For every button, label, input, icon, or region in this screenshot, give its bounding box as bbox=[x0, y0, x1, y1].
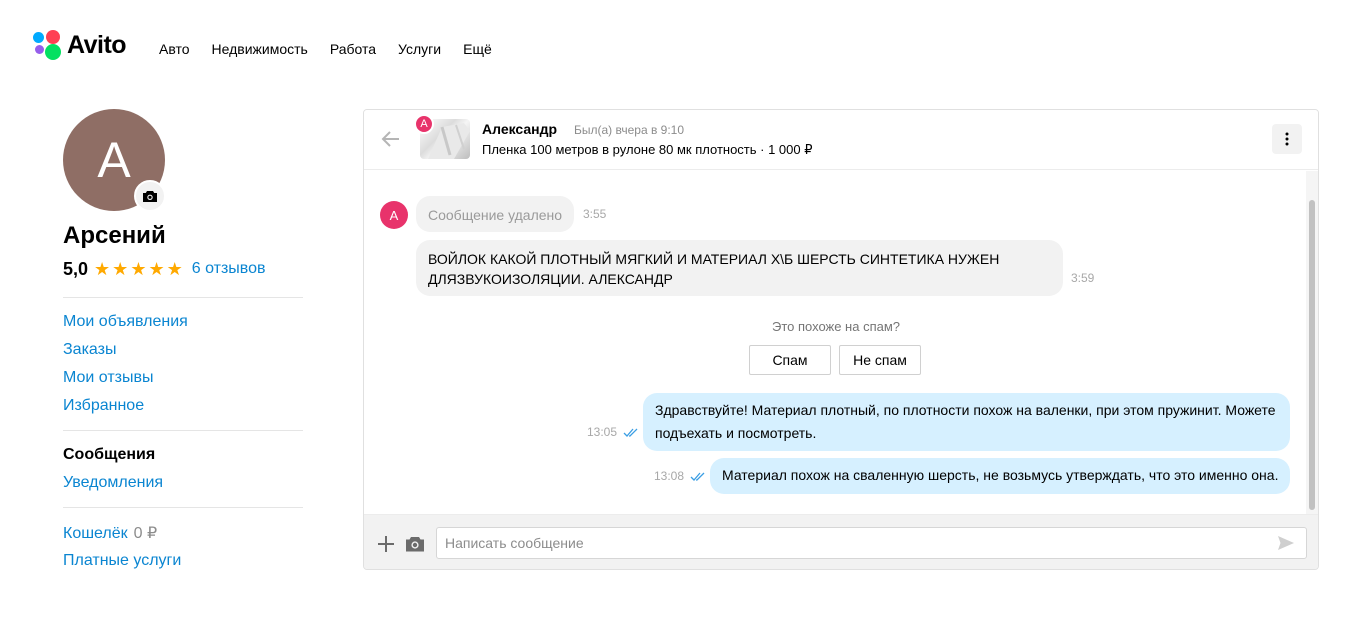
star-icon: ★ bbox=[166, 259, 183, 279]
chat-header: А Александр Был(а) вчера в 9:10 Пленка 1… bbox=[364, 110, 1318, 170]
more-vertical-icon bbox=[1285, 132, 1289, 146]
star-icon: ★ bbox=[130, 259, 147, 279]
orders-link[interactable]: Заказы bbox=[63, 341, 116, 359]
read-ticks-icon bbox=[623, 428, 638, 437]
chat-messages: А Сообщение удалено 3:55 ВОЙЛОК КАКОЙ ПЛ… bbox=[364, 171, 1308, 514]
change-photo-button[interactable] bbox=[134, 180, 166, 212]
message-time: 3:59 bbox=[1071, 271, 1095, 285]
message-bubble-incoming: ВОЙЛОК КАКОЙ ПЛОТНЫЙ МЯГКИЙ И МАТЕРИАЛ Х… bbox=[416, 240, 1063, 296]
seller-badge: А bbox=[414, 114, 434, 134]
camera-icon bbox=[143, 190, 157, 202]
paid-services-link[interactable]: Платные услуги bbox=[63, 552, 181, 570]
message-bubble-deleted: Сообщение удалено bbox=[416, 196, 575, 232]
attach-photo-icon[interactable] bbox=[405, 534, 425, 554]
spam-button[interactable]: Спам bbox=[749, 345, 831, 375]
chat-panel: А Александр Был(а) вчера в 9:10 Пленка 1… bbox=[363, 109, 1319, 570]
chat-user-name[interactable]: Александр bbox=[482, 121, 557, 137]
nav-realty[interactable]: Недвижимость bbox=[212, 41, 308, 57]
sender-avatar[interactable]: А bbox=[380, 201, 408, 229]
my-reviews-link[interactable]: Мои отзывы bbox=[63, 369, 154, 387]
rating-row: 5,0 ★ ★ ★ ★ ★ 6 отзывов bbox=[63, 258, 266, 280]
rating-stars: ★ ★ ★ ★ ★ bbox=[94, 260, 183, 278]
notifications-link[interactable]: Уведомления bbox=[63, 474, 163, 492]
divider bbox=[63, 297, 303, 298]
nav-services[interactable]: Услуги bbox=[398, 41, 441, 57]
chat-composer bbox=[364, 514, 1318, 569]
profile-name: Арсений bbox=[63, 222, 166, 249]
nav-jobs[interactable]: Работа bbox=[330, 41, 376, 57]
not-spam-button[interactable]: Не спам bbox=[839, 345, 921, 375]
reviews-link[interactable]: 6 отзывов bbox=[192, 260, 266, 278]
message-time: 13:08 bbox=[654, 469, 685, 483]
divider bbox=[63, 507, 303, 508]
read-ticks-icon bbox=[690, 472, 705, 481]
avatar-letter: А bbox=[97, 132, 131, 188]
rating-value: 5,0 bbox=[63, 258, 89, 279]
chat-scrollbar-thumb[interactable] bbox=[1309, 200, 1315, 510]
divider bbox=[63, 430, 303, 431]
chat-menu-button[interactable] bbox=[1272, 124, 1302, 154]
message-time: 3:55 bbox=[583, 207, 607, 221]
star-icon: ★ bbox=[112, 259, 129, 279]
wallet-link[interactable]: Кошелёк 0 ₽ bbox=[63, 523, 157, 543]
back-arrow-icon[interactable] bbox=[380, 128, 402, 150]
my-ads-link[interactable]: Мои объявления bbox=[63, 313, 188, 331]
spam-question: Это похоже на спам? bbox=[771, 319, 901, 334]
message-bubble-outgoing: Материал похож на сваленную шерсть, не в… bbox=[710, 458, 1291, 494]
chat-item-title[interactable]: Пленка 100 метров в рулоне 80 мк плотнос… bbox=[482, 142, 813, 158]
wallet-label: Кошелёк bbox=[63, 525, 128, 542]
star-icon: ★ bbox=[148, 259, 165, 279]
avito-logo[interactable]: Avito bbox=[32, 29, 127, 61]
brand-name: Avito bbox=[67, 30, 127, 59]
nav-auto[interactable]: Авто bbox=[159, 41, 190, 57]
messages-link-active[interactable]: Сообщения bbox=[63, 446, 155, 464]
nav-more[interactable]: Ещё bbox=[463, 41, 492, 57]
chat-user-status: Был(а) вчера в 9:10 bbox=[574, 123, 685, 137]
message-time: 13:05 bbox=[587, 425, 618, 439]
logo-dots-icon bbox=[32, 29, 64, 61]
message-bubble-outgoing: Здравствуйте! Материал плотный, по плотн… bbox=[643, 393, 1290, 451]
favorites-link[interactable]: Избранное bbox=[63, 397, 144, 415]
top-nav: Авто Недвижимость Работа Услуги Ещё bbox=[159, 41, 514, 57]
message-input[interactable] bbox=[436, 527, 1307, 559]
send-icon[interactable] bbox=[1277, 535, 1295, 551]
wallet-amount: 0 ₽ bbox=[133, 525, 158, 542]
star-icon: ★ bbox=[94, 259, 111, 279]
attach-plus-icon[interactable] bbox=[376, 534, 396, 554]
